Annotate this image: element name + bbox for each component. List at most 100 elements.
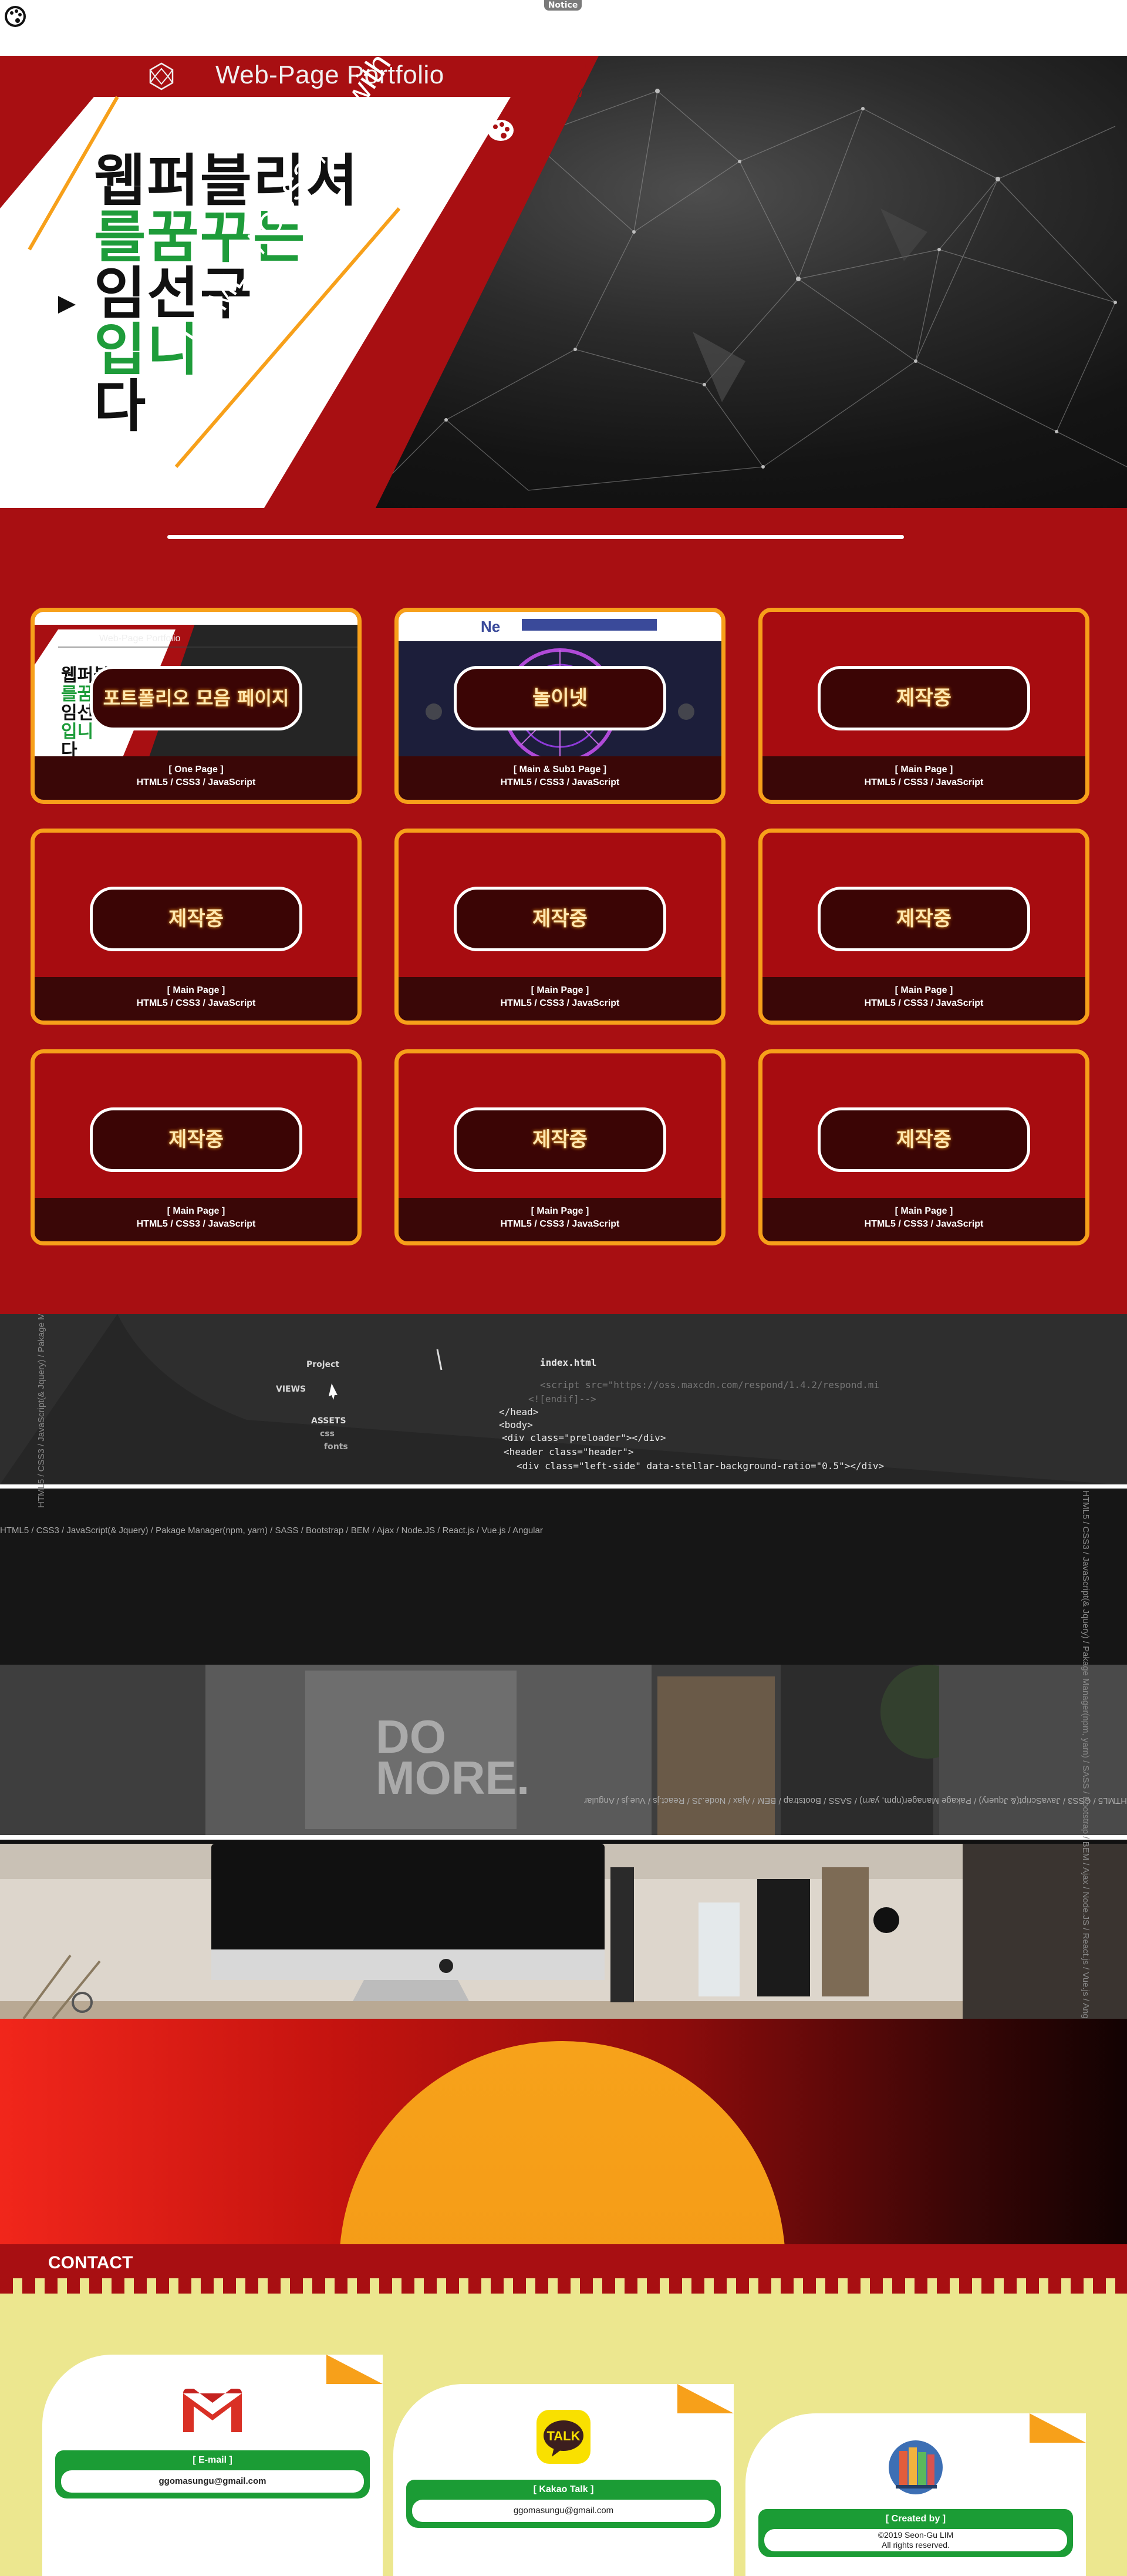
gmail-icon xyxy=(183,2389,242,2432)
portfolio-card[interactable]: 제작중 [ Main Page ] HTML5 / CSS3 / JavaScr… xyxy=(758,829,1089,1025)
card-page-type: [ Main Page ] xyxy=(895,765,953,775)
books-icon xyxy=(889,2440,943,2494)
code-editor-photo: index.html <script src="https://oss.maxc… xyxy=(0,1314,1127,1484)
svg-text:를꿈: 를꿈 xyxy=(61,684,93,705)
decorative-dashes xyxy=(0,2278,1127,2294)
credits-heading-text: [ Created by ] xyxy=(885,2514,946,2524)
imac-desk-photo xyxy=(0,1844,1127,2019)
card-caption: [ Main Page ] HTML5 / CSS3 / JavaScript xyxy=(762,1198,1085,1241)
copyright-line: ©2019 Seon-Gu LIM xyxy=(878,2530,954,2540)
svg-text:Web-Page Portfolio: Web-Page Portfolio xyxy=(99,634,181,644)
play-triangle-icon xyxy=(58,296,76,314)
tree-folder: ASSETS xyxy=(311,1416,346,1426)
skills-parallax-section: index.html <script src="https://oss.maxc… xyxy=(0,1314,1127,2019)
card-caption: [ Main Page ] HTML5 / CSS3 / JavaScript xyxy=(399,977,721,1021)
portfolio-card[interactable]: 제작중 [ Main Page ] HTML5 / CSS3 / JavaScr… xyxy=(758,608,1089,804)
kakao-value-box: ggomasungu@gmail.com xyxy=(406,2500,721,2528)
email-card: [ E-mail ] ggomasungu@gmail.com xyxy=(42,2355,383,2576)
project-title-button[interactable]: 제작중 xyxy=(454,887,666,951)
project-title-button[interactable]: 제작중 xyxy=(454,1107,666,1172)
card-tech: HTML5 / CSS3 / JavaScript xyxy=(500,998,620,1008)
svg-text:MORE.: MORE. xyxy=(376,1752,529,1804)
card-tech: HTML5 / CSS3 / JavaScript xyxy=(864,998,984,1008)
skills-marquee: HTML5 / CSS3 / JavaScript(& Jquery) / Pa… xyxy=(1081,1490,1091,2019)
tree-folder: css xyxy=(320,1429,335,1439)
email-address[interactable]: ggomasungu@gmail.com xyxy=(61,2470,364,2493)
credits-value-box: ©2019 Seon-Gu LIM All rights reserved. xyxy=(758,2529,1073,2557)
palette-icon[interactable] xyxy=(4,5,27,28)
code-line: <header class="header"> xyxy=(504,1446,634,1457)
hero-banner: Web-Page Portfolio 웹퍼블리셔 를꿈꾸는 임선구 입니 다 H… xyxy=(0,56,1127,508)
card-corner-fold xyxy=(326,2355,383,2384)
editor-file-tab: index.html xyxy=(540,1357,596,1368)
kakao-id[interactable]: ggomasungu@gmail.com xyxy=(412,2500,715,2522)
card-caption: [ One Page ] HTML5 / CSS3 / JavaScript xyxy=(35,756,357,800)
card-page-type: [ Main Page ] xyxy=(895,1206,953,1216)
portfolio-section: 웹퍼블리셔 를꿈 임선 입니 다 Web-Page Portfolio 포트폴리… xyxy=(0,508,1127,1314)
card-caption: [ Main & Sub1 Page ] HTML5 / CSS3 / Java… xyxy=(399,756,721,800)
portfolio-card[interactable]: 제작중 [ Main Page ] HTML5 / CSS3 / JavaScr… xyxy=(31,829,362,1025)
card-caption: [ Main Page ] HTML5 / CSS3 / JavaScript xyxy=(762,977,1085,1021)
project-title-button[interactable]: 제작중 xyxy=(818,1107,1030,1172)
kakao-card: TALK [ Kakao Talk ] ggomasungu@gmail.com xyxy=(393,2384,734,2576)
headline-line: 다 xyxy=(94,373,147,439)
project-title-button[interactable]: 제작중 xyxy=(90,1107,302,1172)
portfolio-card[interactable]: 제작중 [ Main Page ] HTML5 / CSS3 / JavaScr… xyxy=(31,1049,362,1245)
imac-illustration xyxy=(0,1844,1127,2019)
portfolio-card[interactable]: 제작중 [ Main Page ] HTML5 / CSS3 / JavaScr… xyxy=(758,1049,1089,1245)
project-title-button[interactable]: 제작중 xyxy=(90,887,302,951)
credits-text: ©2019 Seon-Gu LIM All rights reserved. xyxy=(764,2529,1067,2551)
top-bar: Notice xyxy=(0,0,1127,56)
card-caption: [ Main Page ] HTML5 / CSS3 / JavaScript xyxy=(35,1198,357,1241)
card-corner-fold xyxy=(677,2384,734,2413)
portfolio-card[interactable]: 웹퍼블리셔 를꿈 임선 입니 다 Web-Page Portfolio 포트폴리… xyxy=(31,608,362,804)
kakao-heading: [ Kakao Talk ] xyxy=(406,2480,721,2500)
portfolio-card[interactable]: 제작중 [ Main Page ] HTML5 / CSS3 / JavaScr… xyxy=(394,1049,726,1245)
kakaotalk-icon: TALK xyxy=(536,2410,591,2464)
sunset-banner xyxy=(0,2019,1127,2244)
project-title-button[interactable]: 포트폴리오 모음 페이지 xyxy=(90,666,302,730)
project-title-button[interactable]: 제작중 xyxy=(818,887,1030,951)
code-line: <script src="https://oss.maxcdn.com/resp… xyxy=(540,1379,879,1390)
palette-icon xyxy=(488,120,514,141)
card-page-type: [ Main & Sub1 Page ] xyxy=(513,765,607,775)
talk-icon-text: TALK xyxy=(546,2429,580,2443)
project-title-button[interactable]: 제작중 xyxy=(818,666,1030,730)
card-page-type: [ Main Page ] xyxy=(531,1206,589,1216)
svg-text:Ne: Ne xyxy=(481,618,500,635)
code-line: <body> xyxy=(499,1419,533,1430)
rights-line: All rights reserved. xyxy=(882,2540,950,2550)
card-tech: HTML5 / CSS3 / JavaScript xyxy=(136,777,256,787)
credits-heading: [ Created by ] xyxy=(758,2509,1073,2529)
card-tech: HTML5 / CSS3 / JavaScript xyxy=(500,1219,620,1229)
skills-marquee: HTML5 / CSS3 / JavaScript(& Jquery) / Pa… xyxy=(36,1314,46,1508)
credits-card: [ Created by ] ©2019 Seon-Gu LIM All rig… xyxy=(745,2413,1086,2576)
project-title-button[interactable]: 놀이넷 xyxy=(454,666,666,730)
geodesic-sphere-icon xyxy=(149,62,174,90)
card-tech: HTML5 / CSS3 / JavaScript xyxy=(136,1219,256,1229)
desk-photo-illustration: DO MORE. xyxy=(0,1489,1127,1835)
portfolio-card[interactable]: Ne 놀이넷 [ Main & Sub1 Page ] HTML5 / CSS3… xyxy=(394,608,726,804)
card-page-type: [ Main Page ] xyxy=(531,985,589,995)
headline-line: 입니 xyxy=(94,317,200,383)
desk-poster-photo: DO MORE. xyxy=(0,1489,1127,1835)
skills-marquee: HTML5 / CSS3 / JavaScript(& Jquery) / Pa… xyxy=(0,1526,543,1536)
svg-text:임선: 임선 xyxy=(61,703,93,723)
card-caption: [ Main Page ] HTML5 / CSS3 / JavaScript xyxy=(399,1198,721,1241)
card-caption: [ Main Page ] HTML5 / CSS3 / JavaScript xyxy=(762,756,1085,800)
notice-button[interactable]: Notice xyxy=(544,0,582,11)
code-line: <div class="left-side" data-stellar-back… xyxy=(517,1460,884,1471)
tree-folder: VIEWS xyxy=(276,1385,306,1394)
portfolio-card[interactable]: 제작중 [ Main Page ] HTML5 / CSS3 / JavaScr… xyxy=(394,829,726,1025)
email-value-box: ggomasungu@gmail.com xyxy=(55,2470,370,2498)
card-caption: [ Main Page ] HTML5 / CSS3 / JavaScript xyxy=(35,977,357,1021)
editor-project-label: Project xyxy=(306,1360,339,1369)
section-divider xyxy=(167,535,904,539)
code-line: </head> xyxy=(499,1406,538,1417)
card-page-type: [ Main Page ] xyxy=(895,985,953,995)
svg-text:입니: 입니 xyxy=(61,722,93,742)
email-heading-text: [ E-mail ] xyxy=(193,2455,232,2465)
skills-marquee: HTML5 / CSS3 / JavaScript(& Jquery) / Pa… xyxy=(584,1796,1127,1806)
card-tech: HTML5 / CSS3 / JavaScript xyxy=(864,1219,984,1229)
contact-header-bar xyxy=(0,2244,1127,2278)
